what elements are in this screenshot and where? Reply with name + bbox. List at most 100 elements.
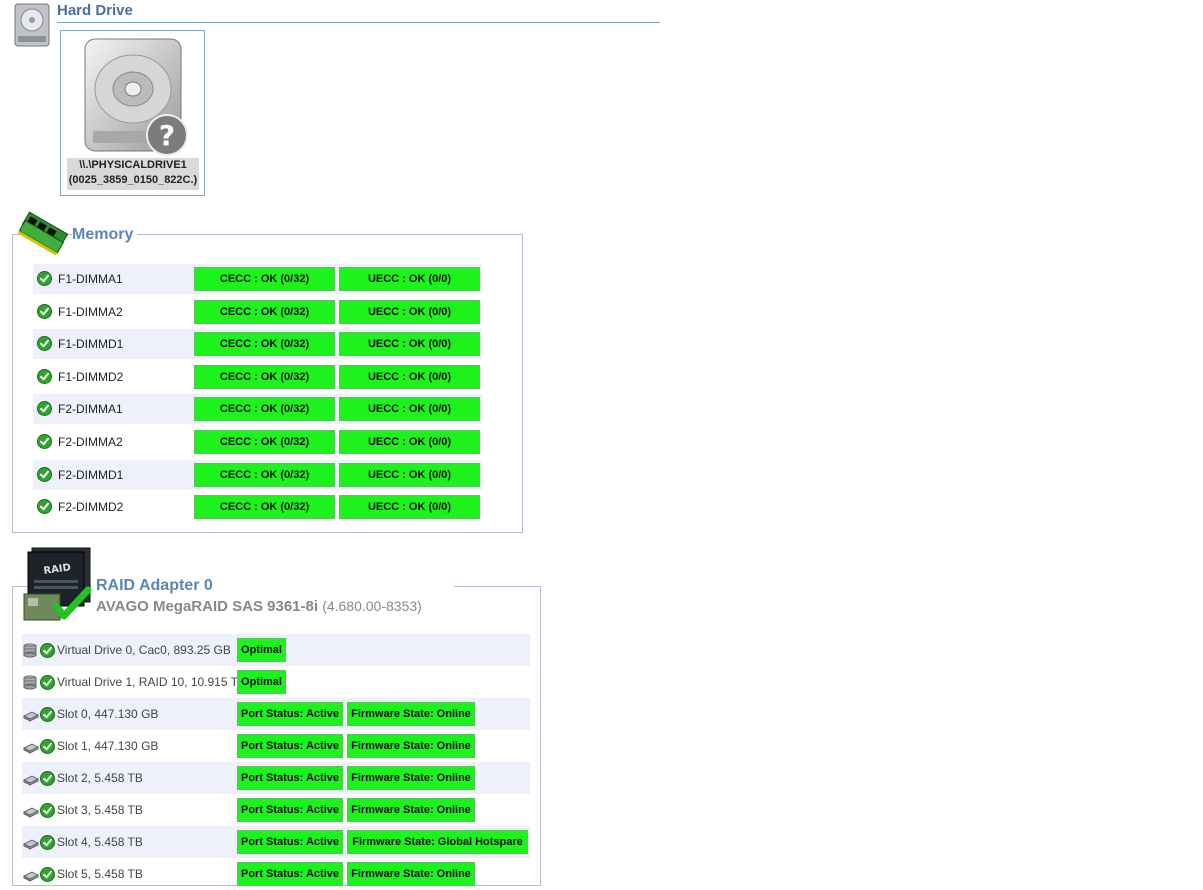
drive-name: \\.\PHYSICALDRIVE1 <box>79 159 187 171</box>
ok-check-icon <box>40 771 55 786</box>
ok-check-icon <box>37 499 52 514</box>
memory-title: Memory <box>72 226 138 244</box>
memory-module-name: F1-DIMMD2 <box>58 370 124 384</box>
hard-drive-title: Hard Drive <box>57 2 133 19</box>
memory-module-name: F2-DIMMD2 <box>58 500 124 514</box>
memory-module-name: F1-DIMMA1 <box>58 272 123 286</box>
raid-slot-row: Slot 1, 447.130 GB Port Status: Active Fir… <box>22 730 530 762</box>
hard-drive-section-icon <box>12 2 52 48</box>
memory-module-name: F2-DIMMD1 <box>58 468 124 482</box>
virtual-drive-state: Optimal <box>237 638 286 662</box>
cecc-status: CECC : OK (0/32) <box>194 397 335 421</box>
raid-version: (4.680.00-8353) <box>322 598 422 614</box>
uecc-status: UECC : OK (0/0) <box>339 365 480 389</box>
port-status: Port Status: Active <box>237 734 343 758</box>
drive-card[interactable]: ? \\.\PHYSICALDRIVE1 (0025_3859_0150_822… <box>60 30 205 196</box>
memory-row: F2-DIMMD2 CECC : OK (0/32) UECC : OK (0/0) <box>33 492 482 522</box>
port-status: Port Status: Active <box>237 702 343 726</box>
memory-row: F2-DIMMD1 CECC : OK (0/32) UECC : OK (0/0) <box>33 460 482 490</box>
raid-row-label: Virtual Drive 1, RAID 10, 10.915 TB <box>57 675 246 689</box>
raid-row-label: Slot 3, 5.458 TB <box>57 803 143 817</box>
raid-adapter-icon: RAID <box>22 546 94 624</box>
ok-check-icon <box>40 675 55 690</box>
memory-row: F2-DIMMA2 CECC : OK (0/32) UECC : OK (0/0) <box>33 427 482 457</box>
physical-disk-icon <box>22 835 40 850</box>
raid-slot-row: Slot 4, 5.458 TB Port Status: Active Firmw… <box>22 826 530 858</box>
drive-serial: (0025_3859_0150_822C.) <box>68 174 198 186</box>
port-status: Port Status: Active <box>237 830 343 854</box>
cecc-status: CECC : OK (0/32) <box>194 495 335 519</box>
memory-module-name: F1-DIMMA2 <box>58 305 123 319</box>
drive-label: \\.\PHYSICALDRIVE1 (0025_3859_0150_822C.… <box>67 158 199 190</box>
raid-virtual-drive-row: Virtual Drive 1, RAID 10, 10.915 TB Optim… <box>22 666 530 698</box>
raid-row-label: Slot 1, 447.130 GB <box>57 739 159 753</box>
cecc-status: CECC : OK (0/32) <box>194 463 335 487</box>
port-status: Port Status: Active <box>237 766 343 790</box>
question-icon: ? <box>145 113 189 157</box>
firmware-state: Firmware State: Online <box>347 702 475 726</box>
ok-check-icon <box>40 643 55 658</box>
cecc-status: CECC : OK (0/32) <box>194 430 335 454</box>
memory-module-name: F2-DIMMA1 <box>58 402 123 416</box>
memory-row: F1-DIMMA2 CECC : OK (0/32) UECC : OK (0/0) <box>33 297 482 327</box>
raid-model: AVAGO MegaRAID SAS 9361-8i <box>96 598 319 615</box>
ok-check-icon <box>37 336 52 351</box>
virtual-drive-state: Optimal <box>237 670 286 694</box>
memory-row: F1-DIMMD1 CECC : OK (0/32) UECC : OK (0/0) <box>33 329 482 359</box>
memory-module-name: F2-DIMMA2 <box>58 435 123 449</box>
cecc-status: CECC : OK (0/32) <box>194 267 335 291</box>
ok-check-icon <box>40 739 55 754</box>
physical-disk-icon <box>22 867 40 882</box>
memory-module-name: F1-DIMMD1 <box>58 337 124 351</box>
ok-check-icon <box>37 434 52 449</box>
raid-title: RAID Adapter 0 <box>96 577 213 594</box>
uecc-status: UECC : OK (0/0) <box>339 300 480 324</box>
uecc-status: UECC : OK (0/0) <box>339 430 480 454</box>
cecc-status: CECC : OK (0/32) <box>194 332 335 356</box>
ok-check-icon <box>37 369 52 384</box>
physical-disk-icon <box>22 771 40 786</box>
ok-check-icon <box>40 867 55 882</box>
memory-row: F2-DIMMA1 CECC : OK (0/32) UECC : OK (0/0) <box>33 394 482 424</box>
raid-row-label: Virtual Drive 0, Cac0, 893.25 GB <box>57 643 231 657</box>
cecc-status: CECC : OK (0/32) <box>194 365 335 389</box>
raid-model-line: AVAGO MegaRAID SAS 9361-8i (4.680.00-835… <box>96 598 422 615</box>
firmware-state: Firmware State: Online <box>347 734 475 758</box>
firmware-state: Firmware State: Online <box>347 766 475 790</box>
uecc-status: UECC : OK (0/0) <box>339 463 480 487</box>
ok-check-icon <box>37 401 52 416</box>
hard-drive-divider <box>57 22 660 23</box>
virtual-drive-icon <box>23 643 39 658</box>
raid-virtual-drive-row: Virtual Drive 0, Cac0, 893.25 GB Optimal <box>22 634 530 666</box>
virtual-drive-icon <box>23 675 39 690</box>
uecc-status: UECC : OK (0/0) <box>339 332 480 356</box>
raid-row-label: Slot 4, 5.458 TB <box>57 835 143 849</box>
raid-slot-row: Slot 5, 5.458 TB Port Status: Active Firmw… <box>22 858 530 890</box>
svg-text:?: ? <box>159 119 175 152</box>
ok-check-icon <box>37 271 52 286</box>
ok-check-icon <box>40 707 55 722</box>
physical-disk-icon <box>22 803 40 818</box>
uecc-status: UECC : OK (0/0) <box>339 397 480 421</box>
raid-slot-row: Slot 0, 447.130 GB Port Status: Active Fir… <box>22 698 530 730</box>
memory-row: F1-DIMMD2 CECC : OK (0/32) UECC : OK (0/0) <box>33 362 482 392</box>
ok-check-icon <box>37 304 52 319</box>
firmware-state: Firmware State: Global Hotspare <box>347 830 528 854</box>
firmware-state: Firmware State: Online <box>347 862 475 886</box>
uecc-status: UECC : OK (0/0) <box>339 267 480 291</box>
cecc-status: CECC : OK (0/32) <box>194 300 335 324</box>
raid-slot-row: Slot 3, 5.458 TB Port Status: Active Firmw… <box>22 794 530 826</box>
ok-check-icon <box>40 835 55 850</box>
memory-icon <box>17 206 70 256</box>
memory-row: F1-DIMMA1 CECC : OK (0/32) UECC : OK (0/0) <box>33 264 482 294</box>
port-status: Port Status: Active <box>237 862 343 886</box>
ok-check-icon <box>40 803 55 818</box>
raid-slot-row: Slot 2, 5.458 TB Port Status: Active Firmw… <box>22 762 530 794</box>
physical-disk-icon <box>22 739 40 754</box>
raid-row-label: Slot 2, 5.458 TB <box>57 771 143 785</box>
physical-disk-icon <box>22 707 40 722</box>
firmware-state: Firmware State: Online <box>347 798 475 822</box>
raid-row-label: Slot 5, 5.458 TB <box>57 867 143 881</box>
uecc-status: UECC : OK (0/0) <box>339 495 480 519</box>
raid-row-label: Slot 0, 447.130 GB <box>57 707 159 721</box>
